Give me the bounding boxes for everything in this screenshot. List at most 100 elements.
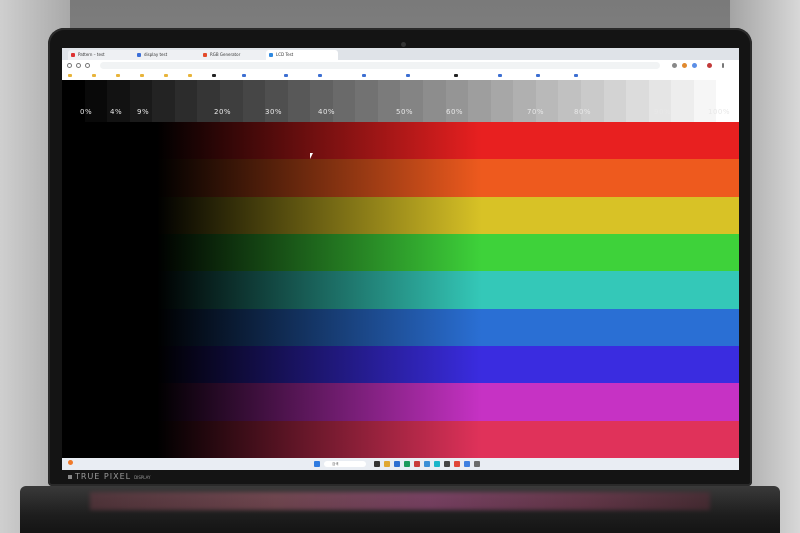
bookmark-item[interactable] <box>188 72 194 79</box>
bookmark-item[interactable] <box>284 72 290 79</box>
color-band <box>62 196 739 234</box>
forward-icon[interactable] <box>76 63 81 68</box>
bookmark-item[interactable] <box>318 72 324 79</box>
percent-label: 90% <box>654 108 672 116</box>
browser-icon[interactable] <box>454 461 460 467</box>
extension-icon[interactable] <box>682 63 687 68</box>
color-band-fill <box>62 122 739 160</box>
bookmark-item[interactable] <box>140 72 146 79</box>
bookmark-item[interactable] <box>212 72 218 79</box>
screen-reflection <box>90 492 710 510</box>
gray-step <box>242 80 266 122</box>
gray-step <box>152 80 175 122</box>
bookmark-item[interactable] <box>92 72 98 79</box>
gray-step <box>603 80 627 122</box>
color-band <box>62 159 739 197</box>
percent-label: 9% <box>137 108 150 116</box>
folder-icon <box>140 74 144 77</box>
url-input[interactable] <box>100 62 660 69</box>
app-icon[interactable] <box>434 461 440 467</box>
bookmark-item[interactable] <box>574 72 580 79</box>
tab-favicon-icon <box>269 53 273 57</box>
color-band <box>62 122 739 160</box>
webcam <box>401 42 406 47</box>
color-band-fill <box>62 234 739 272</box>
color-band-fill <box>62 346 739 384</box>
bookmark-icon <box>536 74 540 77</box>
browser-tab[interactable]: Pattern – test <box>68 50 140 60</box>
weather-icon <box>68 460 73 465</box>
percent-label: 80% <box>574 108 592 116</box>
file-explorer-icon[interactable] <box>384 461 390 467</box>
browser-tab-bar: Pattern – test display test RGB Generato… <box>62 48 739 60</box>
app-icon[interactable] <box>464 461 470 467</box>
extension-icon[interactable] <box>672 63 677 68</box>
browser-tab[interactable]: RGB Generator <box>200 50 272 60</box>
weather-widget[interactable] <box>68 460 75 465</box>
color-band-fill <box>62 308 739 346</box>
bookmark-item[interactable] <box>242 72 248 79</box>
percent-label: 70% <box>527 108 545 116</box>
folder-icon <box>92 74 96 77</box>
tab-favicon-icon <box>71 53 75 57</box>
color-band-fill <box>62 196 739 234</box>
bookmark-item[interactable] <box>362 72 368 79</box>
browser-tab[interactable]: display test <box>134 50 206 60</box>
gray-step <box>490 80 514 122</box>
app-icon[interactable] <box>474 461 480 467</box>
percent-label: 30% <box>265 108 283 116</box>
browser-tab-active[interactable]: LCD Test <box>266 50 338 60</box>
gray-step <box>671 80 694 122</box>
app-icon[interactable] <box>424 461 430 467</box>
tab-favicon-icon <box>203 53 207 57</box>
gray-step <box>423 80 446 122</box>
start-icon[interactable] <box>314 461 320 467</box>
bookmark-icon <box>318 74 322 77</box>
folder-icon <box>188 74 192 77</box>
color-band-fill <box>62 271 739 309</box>
bookmark-item[interactable] <box>68 72 74 79</box>
bookmark-item[interactable] <box>498 72 504 79</box>
bezel-brand-logo: TRUE PIXEL DISPLAY <box>68 472 150 481</box>
percent-label: 60% <box>446 108 464 116</box>
bookmark-icon <box>242 74 246 77</box>
bookmark-icon <box>498 74 502 77</box>
percent-label: 100% <box>708 108 731 116</box>
gray-step <box>355 80 378 122</box>
app-icon[interactable] <box>394 461 400 467</box>
bookmark-item[interactable] <box>164 72 170 79</box>
taskbar: 검색 <box>62 458 739 470</box>
percent-label: 40% <box>318 108 336 116</box>
back-icon[interactable] <box>67 63 72 68</box>
bookmark-icon <box>212 74 216 77</box>
gray-step <box>287 80 311 122</box>
bookmark-item[interactable] <box>406 72 412 79</box>
color-band <box>62 308 739 346</box>
taskbar-search[interactable]: 검색 <box>324 461 366 467</box>
folder-icon <box>68 74 72 77</box>
gray-step <box>174 80 198 122</box>
percent-label: 20% <box>214 108 232 116</box>
extension-icon[interactable] <box>692 63 697 68</box>
color-band <box>62 234 739 272</box>
brand-mark-icon <box>68 474 72 479</box>
mouse-cursor-icon <box>310 153 313 159</box>
bookmark-item[interactable] <box>116 72 122 79</box>
app-icon[interactable] <box>444 461 450 467</box>
color-band <box>62 383 739 421</box>
bookmark-item[interactable] <box>454 72 460 79</box>
gray-step <box>626 80 649 122</box>
color-bands <box>62 122 739 458</box>
task-view-icon[interactable] <box>374 461 380 467</box>
app-icon[interactable] <box>414 461 420 467</box>
reload-icon[interactable] <box>85 63 90 68</box>
percent-label: 4% <box>110 108 123 116</box>
app-icon[interactable] <box>404 461 410 467</box>
bookmark-icon <box>362 74 366 77</box>
menu-icon[interactable] <box>722 63 724 68</box>
percent-label: 50% <box>396 108 414 116</box>
color-band <box>62 271 739 309</box>
bookmark-icon <box>406 74 410 77</box>
profile-avatar-icon[interactable] <box>707 63 712 68</box>
bookmark-item[interactable] <box>536 72 542 79</box>
